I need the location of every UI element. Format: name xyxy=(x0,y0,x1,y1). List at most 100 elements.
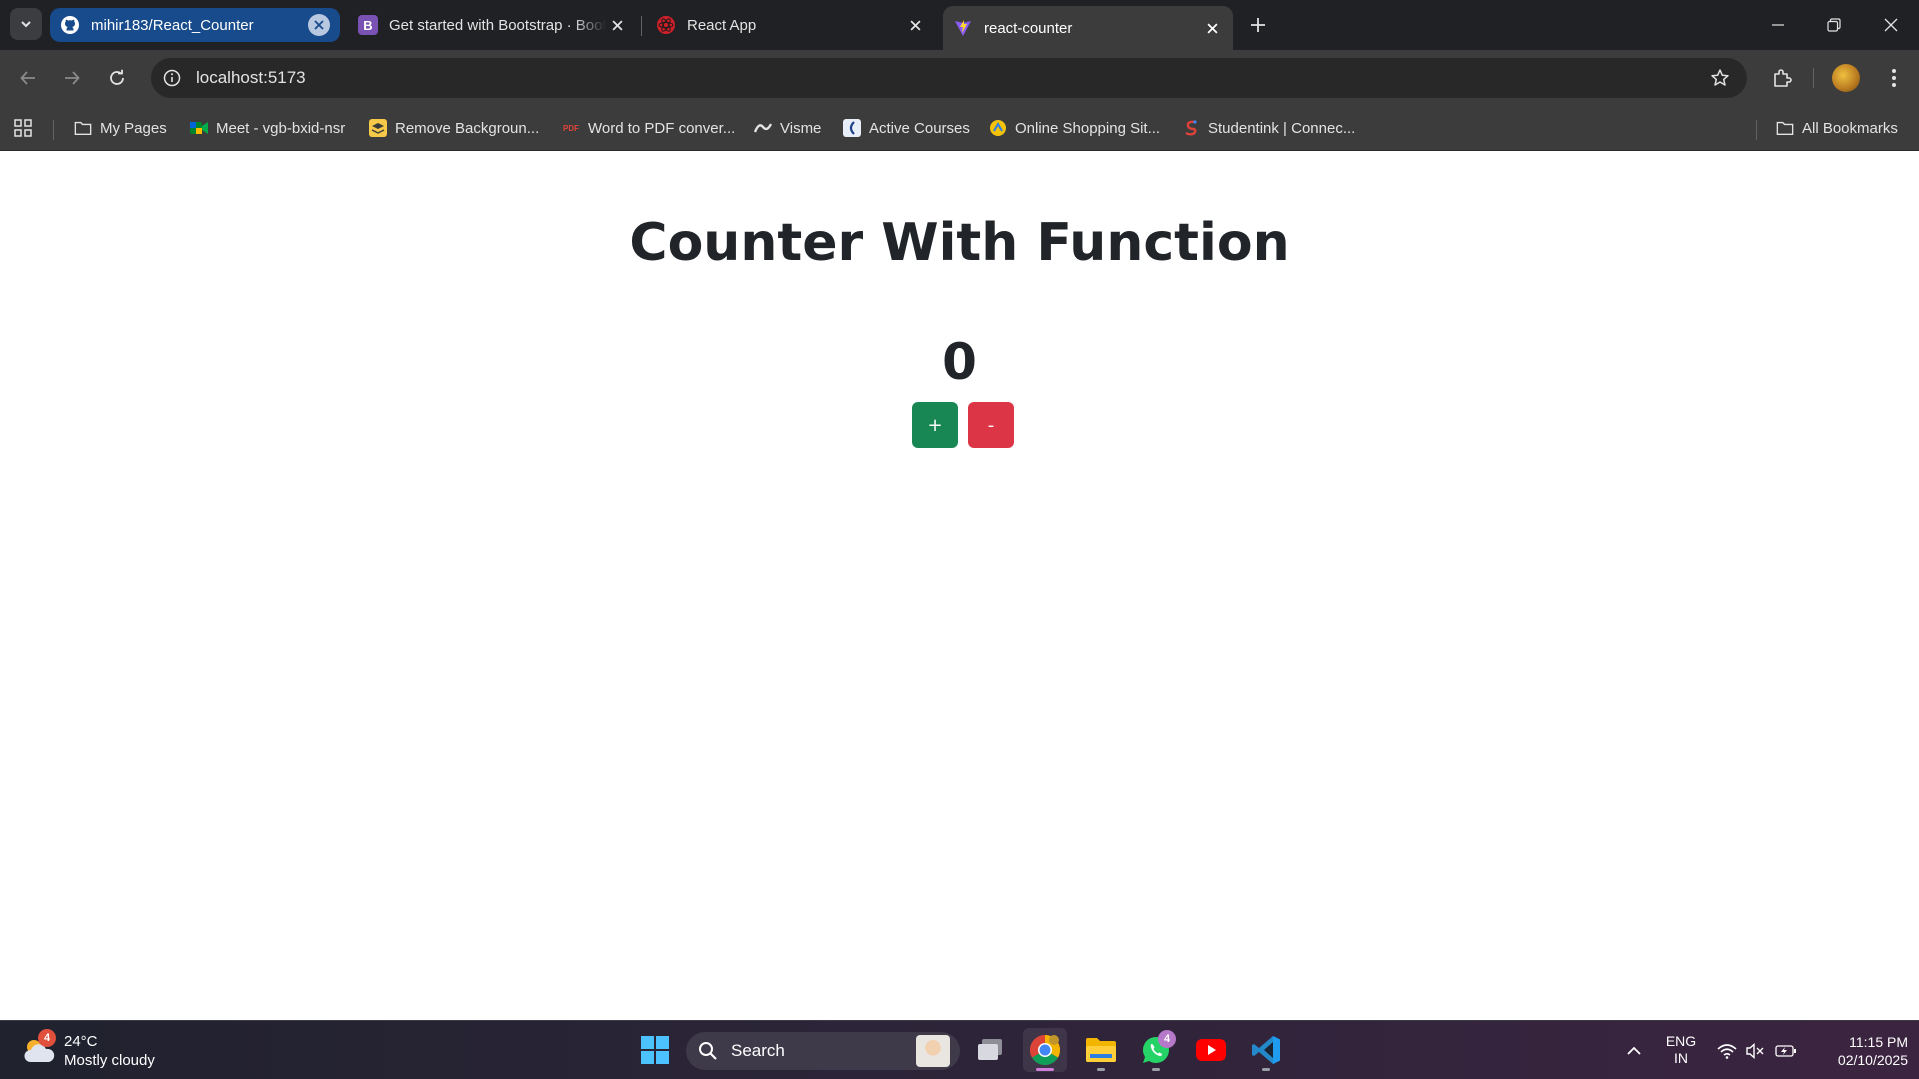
volume-status[interactable] xyxy=(1742,1021,1768,1079)
close-tab-button[interactable] xyxy=(606,14,628,36)
search-label: Search xyxy=(731,1041,785,1060)
chrome-taskbar-button[interactable] xyxy=(1023,1028,1067,1072)
minimize-icon xyxy=(1772,24,1784,26)
plus-icon xyxy=(1251,18,1265,32)
apps-button[interactable] xyxy=(13,115,33,141)
tab-separator xyxy=(641,16,642,36)
minimize-button[interactable] xyxy=(1750,0,1806,50)
bookmark-word-to-pdf[interactable]: PDF Word to PDF conver... xyxy=(562,115,735,141)
close-window-button[interactable] xyxy=(1863,0,1919,50)
clock-date: 02/10/2025 xyxy=(1837,1052,1908,1068)
bookmark-active-courses[interactable]: Active Courses xyxy=(843,115,970,141)
close-icon xyxy=(909,19,921,31)
close-tab-button[interactable] xyxy=(1201,17,1223,39)
tab-title: React App xyxy=(687,16,757,34)
language-indicator[interactable]: ENG IN xyxy=(1662,1033,1700,1067)
bookmark-studentink[interactable]: Studentink | Connec... xyxy=(1182,115,1355,141)
tab-title: react-counter xyxy=(984,19,1073,37)
bookmark-my-pages[interactable]: My Pages xyxy=(74,115,167,141)
all-bookmarks-button[interactable]: All Bookmarks xyxy=(1776,115,1898,141)
youtube-button[interactable] xyxy=(1189,1028,1233,1072)
tab-title: mihir183/React_Counter xyxy=(91,16,254,34)
menu-button[interactable] xyxy=(1878,62,1910,94)
visme-icon xyxy=(754,119,772,137)
chevron-up-icon xyxy=(1627,1046,1641,1055)
bookmark-label: Active Courses xyxy=(869,119,970,137)
close-tab-button[interactable] xyxy=(308,14,330,36)
increment-button[interactable]: + xyxy=(912,402,958,448)
restore-icon xyxy=(1827,18,1841,32)
vite-icon xyxy=(953,18,973,38)
bookmark-meet[interactable]: Meet - vgb-bxid-nsr xyxy=(190,115,345,141)
decrement-button[interactable]: - xyxy=(968,402,1014,448)
all-bookmarks-label: All Bookmarks xyxy=(1802,119,1898,137)
bookmark-online-shopping[interactable]: Online Shopping Sit... xyxy=(989,115,1160,141)
wifi-status[interactable] xyxy=(1714,1021,1740,1079)
tab-react-counter[interactable]: react-counter xyxy=(943,6,1233,50)
forward-button[interactable] xyxy=(56,62,88,94)
google-meet-icon xyxy=(190,119,208,137)
weather-temp: 24°C xyxy=(64,1033,98,1050)
react-icon xyxy=(656,15,676,35)
lang-code: ENG xyxy=(1665,1033,1697,1049)
bookmark-star-icon[interactable] xyxy=(1709,67,1731,89)
back-button[interactable] xyxy=(12,62,44,94)
github-icon xyxy=(60,15,80,35)
windows-taskbar: 4 24°C Mostly cloudy Search 4 ENG IN 11:… xyxy=(0,1020,1919,1079)
task-view-button[interactable] xyxy=(969,1028,1013,1072)
start-button[interactable] xyxy=(633,1028,677,1072)
bookmark-visme[interactable]: Visme xyxy=(754,115,821,141)
system-clock[interactable]: 11:15 PM 02/10/2025 xyxy=(1808,1033,1908,1069)
bookmarks-bar: My Pages Meet - vgb-bxid-nsr Remove Back… xyxy=(0,106,1919,151)
tab-title: Get started with Bootstrap · Bootstrap xyxy=(389,16,606,34)
folder-icon xyxy=(1776,119,1794,137)
bookmark-remove-bg[interactable]: Remove Backgroun... xyxy=(369,115,539,141)
page-title: Counter With Function xyxy=(629,213,1290,273)
site-info-icon[interactable] xyxy=(161,67,183,89)
lang-region: IN xyxy=(1674,1050,1688,1066)
whatsapp-badge: 4 xyxy=(1158,1030,1176,1048)
search-highlight-image xyxy=(916,1035,950,1067)
battery-status[interactable] xyxy=(1772,1021,1800,1079)
tab-search-button[interactable] xyxy=(10,8,42,40)
extensions-button[interactable] xyxy=(1766,62,1798,94)
wifi-icon xyxy=(1717,1043,1737,1059)
counter-value: 0 xyxy=(942,333,977,391)
folder-icon xyxy=(1086,1038,1116,1062)
weather-widget[interactable]: 4 24°C Mostly cloudy xyxy=(20,1029,180,1073)
search-icon xyxy=(699,1042,717,1060)
whatsapp-button[interactable]: 4 xyxy=(1134,1028,1178,1072)
show-hidden-icons-button[interactable] xyxy=(1620,1021,1648,1079)
close-icon xyxy=(1884,18,1898,32)
profile-button[interactable] xyxy=(1830,62,1862,94)
taskbar-search[interactable]: Search xyxy=(686,1032,960,1070)
reload-button[interactable] xyxy=(101,62,133,94)
bookmark-label: Online Shopping Sit... xyxy=(1015,119,1161,137)
close-tab-button[interactable] xyxy=(904,14,926,36)
bookmark-separator xyxy=(1756,120,1757,140)
courses-icon xyxy=(843,119,861,137)
youtube-icon xyxy=(1196,1039,1226,1061)
address-bar[interactable]: localhost:5173 xyxy=(151,58,1747,98)
file-explorer-button[interactable] xyxy=(1079,1028,1123,1072)
close-icon xyxy=(611,19,623,31)
tab-bootstrap[interactable]: B Get started with Bootstrap · Bootstrap xyxy=(348,8,638,42)
puzzle-icon xyxy=(1774,69,1792,87)
chrome-icon xyxy=(1029,1035,1061,1066)
tab-react-app[interactable]: React App xyxy=(646,8,936,42)
clock-time: 11:15 PM xyxy=(1849,1034,1908,1050)
vscode-icon xyxy=(1252,1036,1280,1064)
reload-icon xyxy=(110,69,124,85)
weather-badge: 4 xyxy=(38,1029,56,1047)
url-text[interactable]: localhost:5173 xyxy=(196,68,306,88)
folder-icon xyxy=(74,119,92,137)
bookmark-label: My Pages xyxy=(100,119,167,137)
task-view-icon xyxy=(978,1039,1002,1060)
page-content: Counter With Function 0 + - xyxy=(0,151,1919,1020)
browser-toolbar: localhost:5173 xyxy=(0,50,1919,106)
restore-button[interactable] xyxy=(1806,0,1862,50)
studentink-icon xyxy=(1182,119,1200,137)
vscode-button[interactable] xyxy=(1244,1028,1288,1072)
new-tab-button[interactable] xyxy=(1245,12,1271,38)
tab-github[interactable]: mihir183/React_Counter xyxy=(50,8,340,42)
